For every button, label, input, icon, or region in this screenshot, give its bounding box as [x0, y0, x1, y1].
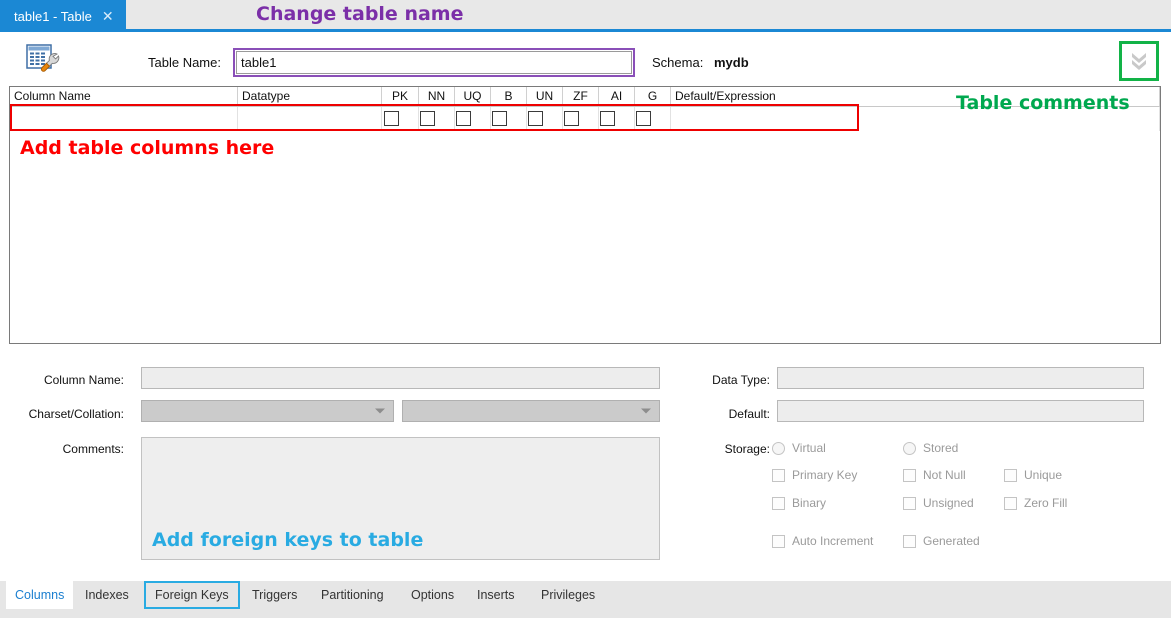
comments-label: Comments: — [62, 442, 124, 456]
grid-checkbox-un[interactable] — [528, 111, 543, 126]
checkbox-icon — [903, 468, 916, 482]
checkbox-label: Unsigned — [923, 496, 974, 510]
chevron-down-icon — [375, 408, 385, 414]
checkbox-unique[interactable]: Unique — [1004, 468, 1062, 482]
storage-radio-stored-label: Stored — [923, 441, 959, 455]
checkbox-label: Not Null — [923, 468, 966, 482]
data-type-label: Data Type: — [712, 373, 770, 387]
checkbox-auto-increment[interactable]: Auto Increment — [772, 534, 873, 548]
tab-options[interactable]: Options — [402, 581, 463, 609]
data-type-input[interactable] — [777, 367, 1144, 389]
checkbox-label: Primary Key — [792, 468, 858, 482]
grid-checkbox-nn[interactable] — [420, 111, 435, 126]
checkbox-generated[interactable]: Generated — [903, 534, 980, 548]
grid-header-g[interactable]: G — [635, 87, 671, 106]
columns-grid[interactable]: Column Name Datatype PK NN UQ B UN ZF AI G Default… — [9, 86, 1161, 344]
checkbox-unsigned[interactable]: Unsigned — [903, 496, 974, 510]
collation-select[interactable] — [402, 400, 660, 422]
column-name-label: Column Name: — [43, 373, 124, 387]
table-edit-icon — [26, 44, 60, 74]
tab-privileges[interactable]: Privileges — [532, 581, 604, 609]
schema-value: mydb — [714, 55, 749, 70]
grid-checkbox-ai[interactable] — [600, 111, 615, 126]
checkbox-label: Zero Fill — [1024, 496, 1068, 510]
checkbox-icon — [1004, 496, 1017, 510]
checkbox-icon — [1004, 468, 1017, 482]
storage-radio-virtual[interactable]: Virtual — [772, 441, 826, 455]
checkbox-label: Binary — [792, 496, 827, 510]
checkbox-icon — [772, 534, 785, 548]
checkbox-icon — [772, 496, 785, 510]
grid-header-column-name[interactable]: Column Name — [10, 87, 238, 106]
grid-header-uq[interactable]: UQ — [455, 87, 491, 106]
checkbox-icon — [903, 496, 916, 510]
tab-foreign-keys[interactable]: Foreign Keys — [144, 581, 240, 609]
tab-table1-table[interactable]: table1 - Table ✕ — [0, 0, 126, 32]
storage-radio-stored[interactable]: Stored — [903, 441, 958, 455]
tab-columns[interactable]: Columns — [6, 581, 74, 609]
default-input[interactable] — [777, 400, 1144, 422]
checkbox-label: Generated — [923, 534, 980, 548]
checkbox-zero-fill[interactable]: Zero Fill — [1004, 496, 1067, 510]
radio-icon — [903, 441, 916, 455]
chevron-double-down-icon — [1128, 49, 1150, 74]
checkbox-primary-key[interactable]: Primary Key — [772, 468, 857, 482]
default-label: Default: — [728, 407, 770, 421]
grid-header-ai[interactable]: AI — [599, 87, 635, 106]
grid-header-pk[interactable]: PK — [382, 87, 419, 106]
column-name-input[interactable] — [141, 367, 660, 389]
grid-header-un[interactable]: UN — [527, 87, 563, 106]
annotation-add-table-columns: Add table columns here — [20, 137, 275, 159]
annotation-change-table-name: Change table name — [256, 3, 464, 25]
grid-header-b[interactable]: B — [491, 87, 527, 106]
grid-checkbox-b[interactable] — [492, 111, 507, 126]
checkbox-label: Unique — [1024, 468, 1063, 482]
editor-section-tabs: Columns Indexes Foreign Keys Triggers Partit… — [0, 580, 1171, 618]
grid-checkbox-uq[interactable] — [456, 111, 471, 126]
table-name-input[interactable] — [236, 51, 632, 74]
document-tab-strip: table1 - Table ✕ — [0, 0, 1171, 32]
chevron-down-icon — [641, 408, 651, 414]
tab-triggers[interactable]: Triggers — [243, 581, 306, 609]
charset-collation-label: Charset/Collation: — [28, 407, 124, 421]
grid-checkbox-g[interactable] — [636, 111, 651, 126]
table-name-label: Table Name: — [148, 55, 221, 70]
tab-label: table1 - Table — [14, 8, 92, 24]
annotation-table-comments: Table comments — [956, 92, 1130, 114]
grid-header-zf[interactable]: ZF — [563, 87, 599, 106]
grid-checkbox-zf[interactable] — [564, 111, 579, 126]
grid-header-nn[interactable]: NN — [419, 87, 455, 106]
table-name-field-highlight — [233, 48, 635, 77]
radio-icon — [772, 441, 785, 455]
annotation-add-foreign-keys: Add foreign keys to table — [152, 529, 424, 551]
schema-label: Schema: — [652, 55, 704, 70]
grid-checkbox-pk[interactable] — [384, 111, 399, 126]
checkbox-icon — [903, 534, 916, 548]
checkbox-label: Auto Increment — [792, 534, 874, 548]
grid-cell[interactable] — [10, 107, 238, 131]
collapse-editor-button[interactable] — [1119, 41, 1159, 81]
grid-header-datatype[interactable]: Datatype — [238, 87, 382, 106]
close-icon[interactable]: ✕ — [102, 9, 114, 23]
grid-cell[interactable] — [238, 107, 382, 131]
storage-radio-virtual-label: Virtual — [792, 441, 826, 455]
tab-partitioning[interactable]: Partitioning — [312, 581, 393, 609]
checkbox-icon — [772, 468, 785, 482]
tab-indexes[interactable]: Indexes — [76, 581, 138, 609]
tab-inserts[interactable]: Inserts — [468, 581, 524, 609]
checkbox-binary[interactable]: Binary — [772, 496, 826, 510]
storage-label: Storage: — [724, 442, 770, 456]
charset-select[interactable] — [141, 400, 394, 422]
checkbox-not-null[interactable]: Not Null — [903, 468, 966, 482]
